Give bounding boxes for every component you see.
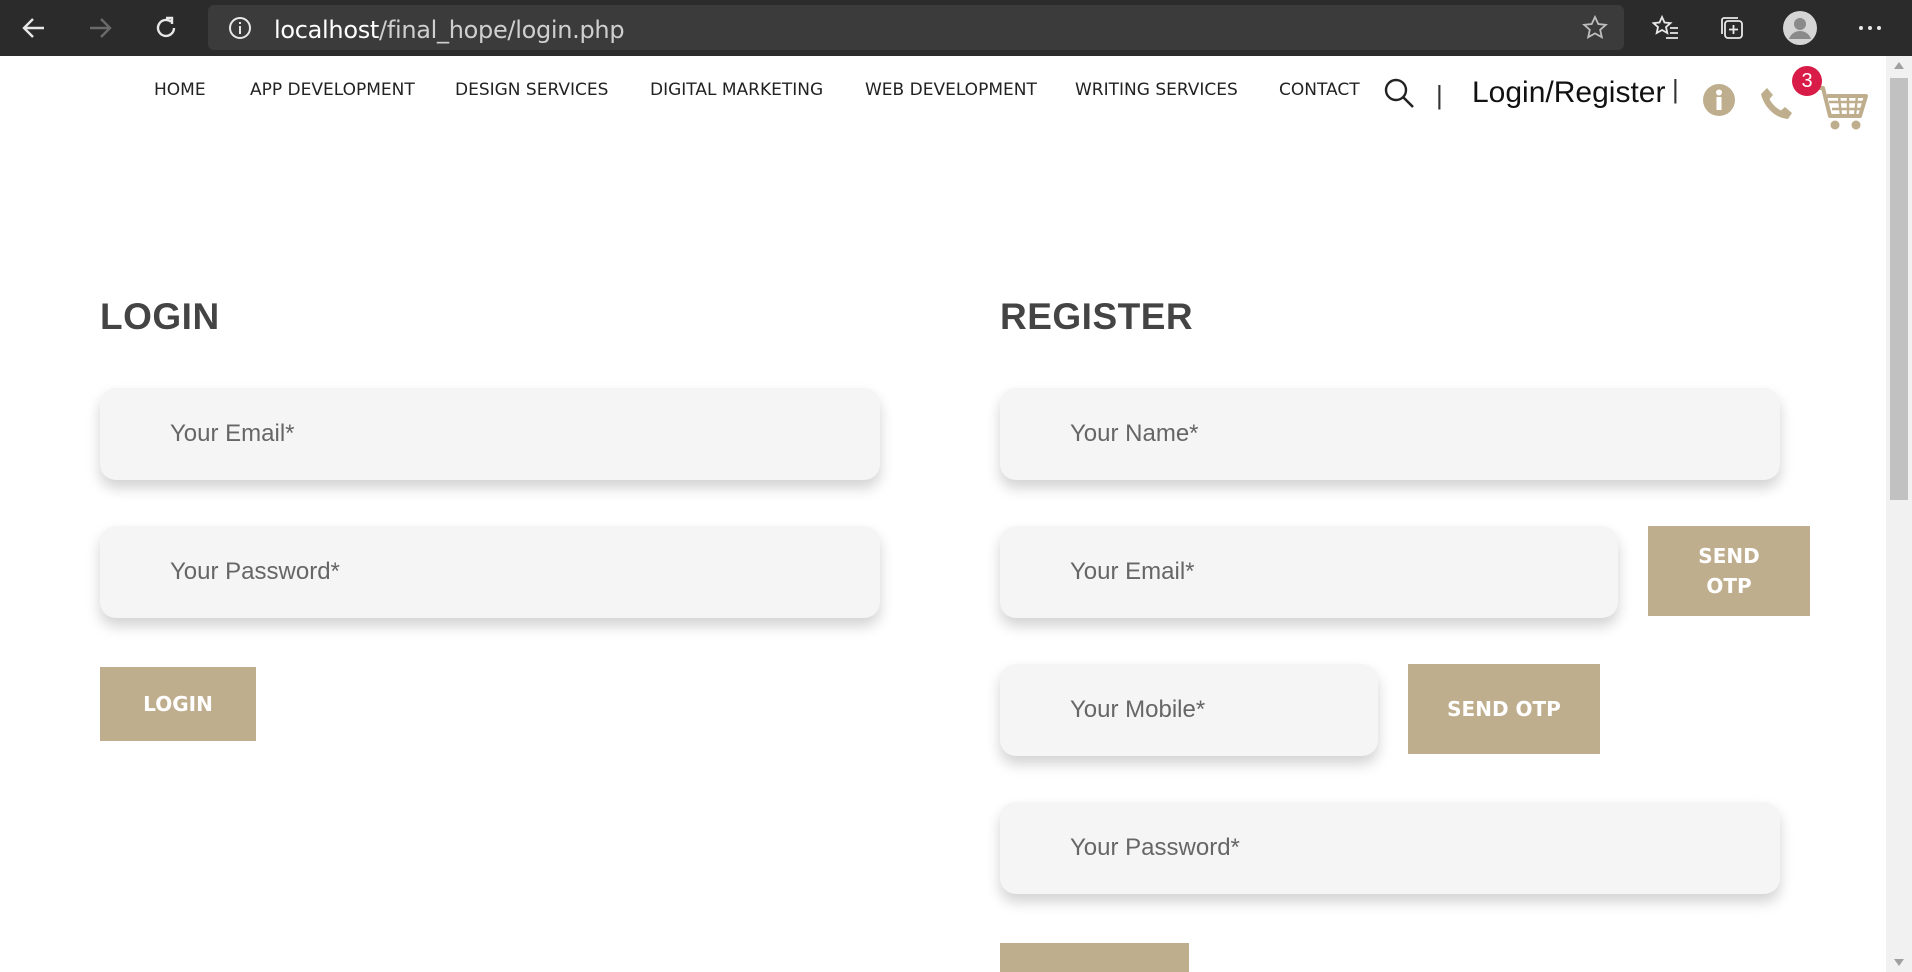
reload-icon bbox=[156, 16, 176, 38]
phone-icon[interactable] bbox=[1758, 84, 1798, 129]
scroll-down-arrow-icon[interactable] bbox=[1894, 959, 1904, 966]
search-icon[interactable] bbox=[1382, 76, 1416, 115]
url-text: localhost/final_hope/login.php bbox=[274, 16, 625, 44]
collections-icon bbox=[1721, 17, 1743, 39]
favorites-icon bbox=[1652, 14, 1678, 39]
send-mobile-otp-button[interactable]: SEND OTP bbox=[1408, 664, 1600, 754]
nav-writing-services[interactable]: WRITING SERVICES bbox=[1075, 80, 1238, 100]
favorites-button[interactable] bbox=[1646, 8, 1686, 48]
register-email-input[interactable] bbox=[1000, 526, 1618, 618]
more-button[interactable] bbox=[1850, 8, 1890, 48]
nav-contact[interactable]: CONTACT bbox=[1279, 80, 1360, 100]
scroll-up-arrow-icon[interactable] bbox=[1894, 62, 1904, 69]
nav-divider: | bbox=[1436, 80, 1443, 110]
nav-web-development[interactable]: WEB DEVELOPMENT bbox=[865, 80, 1037, 100]
back-button[interactable] bbox=[14, 8, 54, 48]
send-email-otp-line1: SEND bbox=[1698, 544, 1760, 568]
register-mobile-input[interactable] bbox=[1000, 664, 1378, 756]
register-name-input[interactable] bbox=[1000, 388, 1780, 480]
nav-divider-2: | bbox=[1672, 74, 1679, 104]
collections-button[interactable] bbox=[1712, 8, 1752, 48]
login-password-input[interactable] bbox=[100, 526, 880, 618]
scrollbar-thumb[interactable] bbox=[1890, 78, 1908, 500]
profile-button[interactable] bbox=[1780, 8, 1820, 48]
profile-icon bbox=[1783, 11, 1817, 45]
register-heading: REGISTER bbox=[1000, 296, 1194, 337]
info-circle-icon[interactable] bbox=[228, 16, 252, 45]
login-email-input[interactable] bbox=[100, 388, 880, 480]
page-viewport: HOME APP DEVELOPMENT DESIGN SERVICES DIG… bbox=[0, 56, 1912, 972]
cart-count-badge: 3 bbox=[1792, 66, 1822, 96]
send-email-otp-line2: OTP bbox=[1706, 574, 1752, 598]
nav-design-services[interactable]: DESIGN SERVICES bbox=[455, 80, 608, 100]
login-register-link[interactable]: Login/Register bbox=[1472, 76, 1665, 110]
login-button[interactable]: LOGIN bbox=[100, 667, 256, 741]
arrow-right-icon bbox=[90, 18, 112, 38]
nav-app-development[interactable]: APP DEVELOPMENT bbox=[250, 80, 415, 100]
forward-button[interactable] bbox=[80, 8, 120, 48]
arrow-left-icon bbox=[22, 18, 44, 38]
address-bar[interactable]: localhost/final_hope/login.php bbox=[208, 5, 1624, 50]
browser-toolbar: localhost/final_hope/login.php bbox=[0, 0, 1912, 56]
send-email-otp-button[interactable]: SEND OTP bbox=[1648, 526, 1810, 616]
login-heading: LOGIN bbox=[100, 296, 220, 337]
star-icon[interactable] bbox=[1582, 14, 1608, 46]
reload-button[interactable] bbox=[146, 8, 186, 48]
nav-digital-marketing[interactable]: DIGITAL MARKETING bbox=[650, 80, 823, 100]
more-icon bbox=[1859, 26, 1881, 30]
register-button[interactable] bbox=[1000, 943, 1189, 972]
page-scrollbar[interactable] bbox=[1886, 56, 1912, 972]
nav-home[interactable]: HOME bbox=[154, 80, 206, 100]
register-password-input[interactable] bbox=[1000, 802, 1780, 894]
info-icon[interactable] bbox=[1702, 83, 1736, 122]
